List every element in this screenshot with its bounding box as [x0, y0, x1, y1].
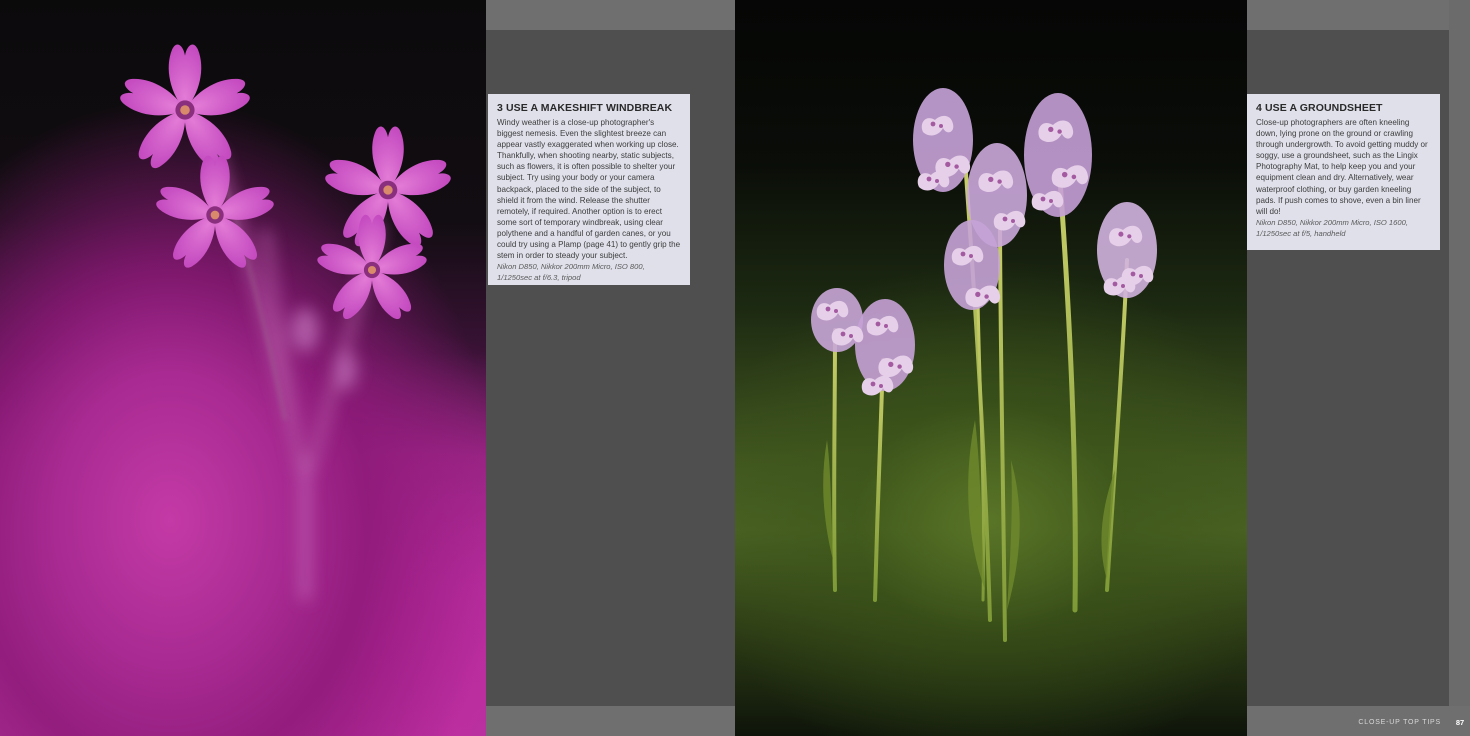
tip-heading: 4 USE A GROUNDSHEET	[1256, 102, 1383, 114]
photo-caption: Nikon D850, Nikkor 200mm Micro, ISO 1600…	[1256, 217, 1408, 238]
photo-pink-campion	[0, 0, 486, 736]
running-footer: CLOSE-UP TOP TIPS	[1358, 719, 1441, 726]
tip-heading: 3 USE A MAKESHIFT WINDBREAK	[497, 102, 673, 114]
spotted-orchids-icon	[811, 88, 1157, 642]
tip-box-3: 3 USE A MAKESHIFT WINDBREAK Windy weathe…	[488, 94, 690, 285]
page-edge	[1449, 0, 1470, 706]
photo-spotted-orchids	[735, 0, 1247, 736]
page-number: 87	[1455, 718, 1465, 727]
tip-body: Windy weather is a close-up photographer…	[497, 118, 681, 261]
tip-body: Close-up photographers are often kneelin…	[1256, 118, 1428, 216]
tip-box-4: 4 USE A GROUNDSHEET Close-up photographe…	[1247, 94, 1440, 250]
pink-campion-flowers-icon	[0, 0, 486, 600]
photo-caption: Nikon D850, Nikkor 200mm Micro, ISO 800,…	[497, 262, 645, 283]
